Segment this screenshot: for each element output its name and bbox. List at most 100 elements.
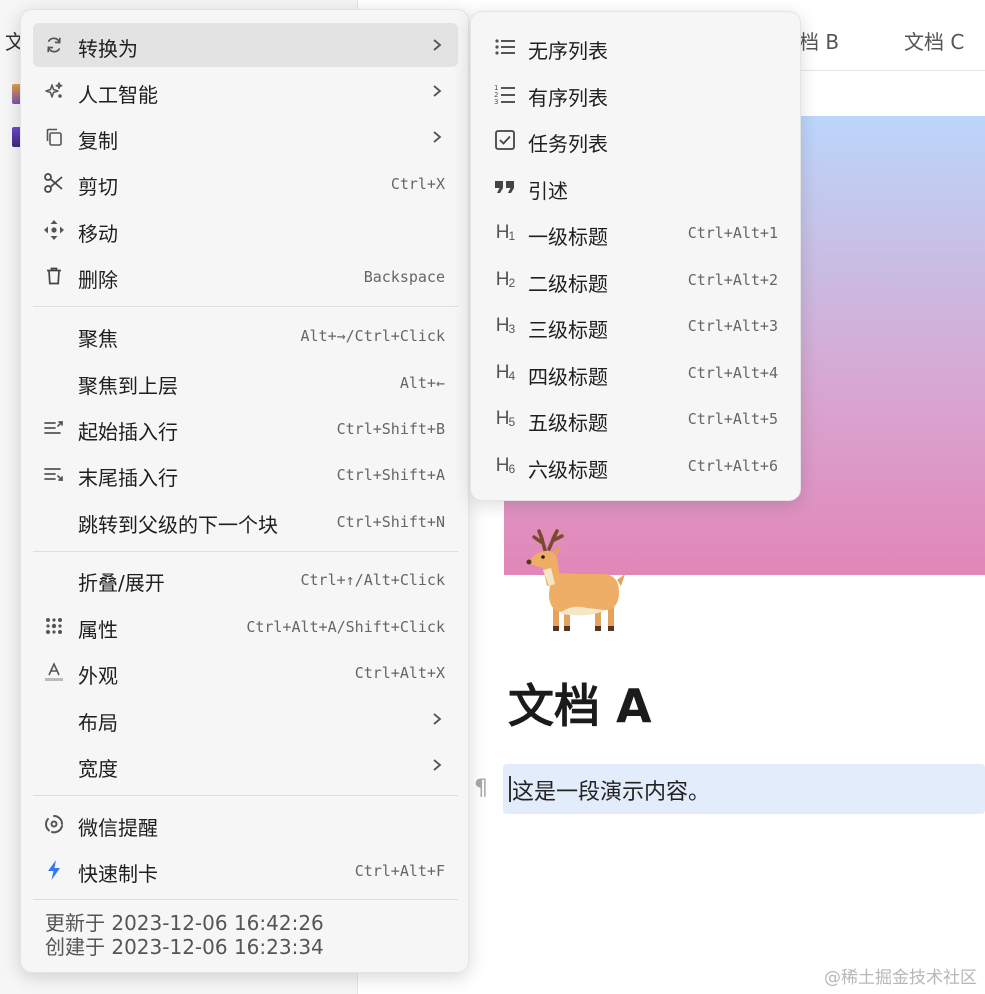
tab-doc-b[interactable]: 档 B [799,26,839,55]
submenu-item-label: 四级标题 [528,365,608,389]
quote-icon [493,176,517,198]
chevron-right-icon [433,759,442,771]
menu-divider [33,551,458,552]
submenu-item-label: 六级标题 [528,458,608,482]
menu-item-wechat-reminder[interactable]: 微信提醒 [33,802,458,846]
menu-item-focus[interactable]: 聚焦 Alt+→/Ctrl+Click [33,313,458,357]
lightning-icon [43,859,65,881]
menu-item-attributes[interactable]: 属性 Ctrl+Alt+A/Shift+Click [33,604,458,648]
menu-item-insert-before[interactable]: 起始插入行 Ctrl+Shift+B [33,406,458,450]
shortcut-hint: Ctrl+X [390,175,445,193]
shortcut-hint: Ctrl+Alt+1 [687,224,778,242]
submenu-item-numbered-list[interactable]: 1 2 3 有序列表 [481,72,792,116]
menu-item-label: 剪切 [78,175,118,199]
menu-item-convert[interactable]: 转换为 [33,23,458,67]
watermark: @稀土掘金技术社区 [824,968,977,988]
shortcut-hint: Ctrl+Alt+4 [687,364,778,382]
menu-item-ai[interactable]: 人工智能 [33,69,458,113]
created-timestamp: 创建于 2023-12-06 16:23:34 [45,935,324,959]
submenu-item-heading-4[interactable]: H4 四级标题 Ctrl+Alt+4 [481,351,792,395]
submenu-item-task-list[interactable]: 任务列表 [481,118,792,162]
submenu-item-heading-6[interactable]: H6 六级标题 Ctrl+Alt+6 [481,444,792,488]
menu-item-label: 起始插入行 [78,420,178,444]
menu-item-quick-card[interactable]: 快速制卡 Ctrl+Alt+F [33,848,458,892]
shortcut-hint: Ctrl+Shift+B [336,420,445,438]
menu-item-label: 人工智能 [78,83,158,107]
submenu-item-quote[interactable]: 引述 [481,165,792,209]
shortcut-hint: Ctrl+Alt+F [354,862,445,880]
menu-item-label: 末尾插入行 [78,466,178,490]
submenu-item-bullet-list[interactable]: 无序列表 [481,25,792,69]
shortcut-hint: Ctrl+Shift+A [336,466,445,484]
insert-before-icon [43,417,65,439]
block-context-menu: 转换为 人工智能 复制 剪切 Ctrl+X 移动 删除 Backspace 聚焦… [20,9,469,973]
submenu-item-heading-2[interactable]: H2 二级标题 Ctrl+Alt+2 [481,258,792,302]
menu-item-fold[interactable]: 折叠/展开 Ctrl+↑/Alt+Click [33,557,458,601]
menu-item-label: 属性 [78,618,118,642]
paragraph-text[interactable]: 这是一段演示内容。 [512,774,710,806]
submenu-item-label: 三级标题 [528,318,608,342]
text-cursor [509,776,511,802]
document-title[interactable]: 文档 A [508,670,652,736]
shortcut-hint: Ctrl+Alt+3 [687,317,778,335]
svg-text:3: 3 [494,98,498,105]
menu-divider [33,306,458,307]
submenu-item-label: 任务列表 [528,132,608,156]
menu-item-label: 删除 [78,268,118,292]
checkbox-icon [493,129,517,151]
menu-item-label: 转换为 [78,37,138,61]
heading-1-icon: H1 [495,222,515,243]
submenu-item-label: 五级标题 [528,411,608,435]
menu-item-delete[interactable]: 删除 Backspace [33,254,458,298]
chevron-right-icon [433,713,442,725]
shortcut-hint: Ctrl+↑/Alt+Click [300,571,446,589]
menu-item-label: 折叠/展开 [78,571,165,595]
chevron-right-icon [433,131,442,143]
submenu-item-heading-1[interactable]: H1 一级标题 Ctrl+Alt+1 [481,211,792,255]
menu-item-label: 跳转到父级的下一个块 [78,513,278,537]
submenu-item-heading-5[interactable]: H5 五级标题 Ctrl+Alt+5 [481,397,792,441]
menu-item-label: 布局 [78,711,118,735]
heading-4-icon: H4 [495,362,515,383]
submenu-item-label: 二级标题 [528,272,608,296]
chevron-right-icon [433,85,442,97]
chevron-right-icon [433,39,442,51]
copy-icon [43,126,65,148]
menu-item-jump-next-sibling[interactable]: 跳转到父级的下一个块 Ctrl+Shift+N [33,499,458,543]
trash-icon [43,265,65,287]
shortcut-hint: Ctrl+Alt+X [354,664,445,682]
menu-item-layout[interactable]: 布局 [33,697,458,741]
numbered-list-icon: 1 2 3 [493,83,517,105]
menu-item-label: 微信提醒 [78,816,158,840]
menu-item-move[interactable]: 移动 [33,208,458,252]
shortcut-hint: Ctrl+Alt+5 [687,410,778,428]
paragraph-icon[interactable]: ¶ [474,776,488,801]
heading-3-icon: H3 [495,315,515,336]
menu-item-cut[interactable]: 剪切 Ctrl+X [33,161,458,205]
wechat-reminder-icon [43,813,65,835]
tab-doc-c[interactable]: 文档 C [904,26,964,55]
convert-to-submenu: 无序列表 1 2 3 有序列表 任务列表 引述 H1 一级标题 Ctrl+Alt… [470,11,801,501]
menu-item-appearance[interactable]: 外观 Ctrl+Alt+X [33,650,458,694]
submenu-item-label: 一级标题 [528,225,608,249]
menu-item-insert-after[interactable]: 末尾插入行 Ctrl+Shift+A [33,452,458,496]
menu-item-focus-parent[interactable]: 聚焦到上层 Alt+← [33,360,458,404]
shortcut-hint: Ctrl+Alt+A/Shift+Click [246,618,445,636]
bullet-list-icon [493,36,517,58]
insert-after-icon [43,463,65,485]
menu-item-copy[interactable]: 复制 [33,115,458,159]
heading-2-icon: H2 [495,269,515,290]
shortcut-hint: Ctrl+Shift+N [336,513,445,531]
deer-icon[interactable] [517,528,627,634]
heading-5-icon: H5 [495,408,515,429]
submenu-item-heading-3[interactable]: H3 三级标题 Ctrl+Alt+3 [481,304,792,348]
submenu-item-label: 有序列表 [528,86,608,110]
menu-item-width[interactable]: 宽度 [33,743,458,787]
move-icon [43,219,65,241]
menu-item-label: 移动 [78,222,118,246]
shortcut-hint: Alt+→/Ctrl+Click [300,327,446,345]
menu-item-label: 宽度 [78,757,118,781]
refresh-icon [43,34,65,56]
shortcut-hint: Alt+← [399,374,445,392]
menu-divider [33,899,458,900]
